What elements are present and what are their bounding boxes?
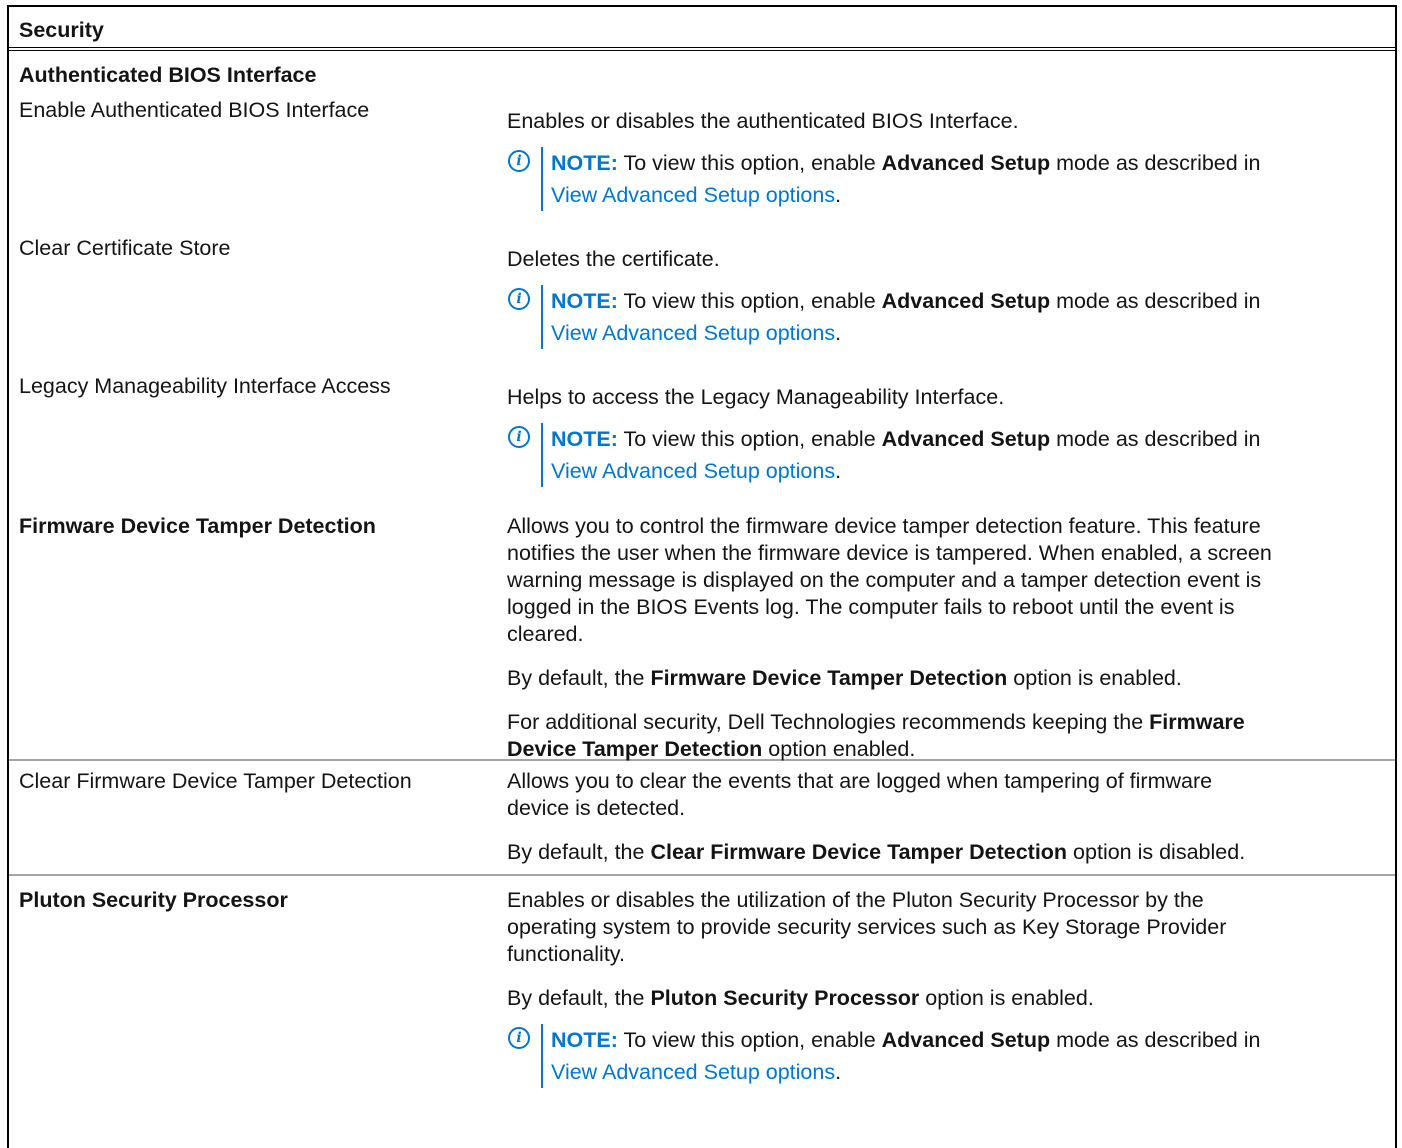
description-text: Deletes the certificate. <box>507 247 720 271</box>
option-name: Clear Firmware Device Tamper Detection <box>9 761 507 874</box>
description-line: Allows you to control the firmware devic… <box>507 514 1261 538</box>
description-line: warning message is displayed on the comp… <box>507 568 1262 592</box>
note-box: i NOTE: To view this option, enable Adva… <box>507 423 1387 487</box>
option-description: Enables or disables the authenticated BI… <box>507 97 1395 235</box>
option-name: Enable Authenticated BIOS Interface <box>9 97 507 235</box>
note-bold: Advanced Setup <box>881 289 1051 313</box>
note-box: i NOTE: To view this option, enable Adva… <box>507 1024 1387 1088</box>
note-bold: Advanced Setup <box>881 1028 1051 1052</box>
option-name-text: Clear Firmware Device Tamper Detection <box>19 769 412 793</box>
option-description: Helps to access the Legacy Manageability… <box>507 373 1395 509</box>
advanced-setup-link[interactable]: View Advanced Setup options <box>551 183 835 207</box>
note-text: mode as described in <box>1050 1028 1261 1052</box>
advanced-setup-link[interactable]: View Advanced Setup options <box>551 459 835 483</box>
option-description: Enables or disables the utilization of t… <box>507 876 1395 1114</box>
table-row: Clear Certificate Store Deletes the cert… <box>9 235 1395 373</box>
table-row: Legacy Manageability Interface Access He… <box>9 373 1395 509</box>
option-name-text: Enable Authenticated BIOS Interface <box>19 98 370 122</box>
note-text: . <box>835 183 842 207</box>
info-icon: i <box>508 1027 530 1049</box>
note-bold: Advanced Setup <box>881 151 1051 175</box>
table-header-title: Security <box>19 18 104 42</box>
description-line: Allows you to clear the events that are … <box>507 769 1213 793</box>
note-text: mode as described in <box>1050 427 1261 451</box>
note-text: To view this option, enable <box>617 151 882 175</box>
default-text: By default, the Pluton Security Processo… <box>507 986 1094 1010</box>
note-box: i NOTE: To view this option, enable Adva… <box>507 285 1387 349</box>
option-description: Allows you to control the firmware devic… <box>507 509 1395 761</box>
option-name-text: Pluton Security Processor <box>19 888 288 912</box>
note-label: NOTE: <box>551 151 618 175</box>
security-table: Security Authenticated BIOS Interface En… <box>7 5 1397 1148</box>
description-line: functionality. <box>507 942 625 966</box>
note-box: i NOTE: To view this option, enable Adva… <box>507 147 1387 211</box>
description-line: operating system to provide security ser… <box>507 915 1227 939</box>
option-name: Legacy Manageability Interface Access <box>9 373 507 509</box>
default-text: By default, the Firmware Device Tamper D… <box>507 666 1182 690</box>
table-row: Pluton Security Processor Enables or dis… <box>9 874 1395 1114</box>
table-header: Security <box>9 7 1395 51</box>
section-title: Authenticated BIOS Interface <box>9 51 1395 97</box>
description-text: Enables or disables the authenticated BI… <box>507 109 1019 133</box>
default-text: By default, the Clear Firmware Device Ta… <box>507 840 1246 864</box>
info-icon: i <box>508 288 530 310</box>
option-name: Firmware Device Tamper Detection <box>9 509 507 759</box>
note-text: To view this option, enable <box>617 427 882 451</box>
description-line: notifies the user when the firmware devi… <box>507 541 1272 565</box>
description-line: device is detected. <box>507 796 686 820</box>
description-text: Helps to access the Legacy Manageability… <box>507 385 1005 409</box>
option-description: Allows you to clear the events that are … <box>507 761 1395 874</box>
note-text: To view this option, enable <box>617 1028 882 1052</box>
section-title-text: Authenticated BIOS Interface <box>19 63 317 87</box>
option-name-text: Legacy Manageability Interface Access <box>19 374 391 398</box>
description-line: Enables or disables the utilization of t… <box>507 888 1204 912</box>
note-label: NOTE: <box>551 1028 618 1052</box>
info-icon: i <box>508 150 530 172</box>
table-row: Clear Firmware Device Tamper Detection A… <box>9 759 1395 874</box>
note-text: mode as described in <box>1050 289 1261 313</box>
note-label: NOTE: <box>551 289 618 313</box>
note-text: mode as described in <box>1050 151 1261 175</box>
note-label: NOTE: <box>551 427 618 451</box>
option-name-text: Clear Certificate Store <box>19 236 231 260</box>
recommendation-text: For additional security, Dell Technologi… <box>507 710 1245 761</box>
info-icon: i <box>508 426 530 448</box>
note-text: . <box>835 321 842 345</box>
option-name: Clear Certificate Store <box>9 235 507 373</box>
option-name: Pluton Security Processor <box>9 876 507 1114</box>
option-description: Deletes the certificate. i NOTE: To view… <box>507 235 1395 373</box>
advanced-setup-link[interactable]: View Advanced Setup options <box>551 1060 835 1084</box>
note-bold: Advanced Setup <box>881 427 1051 451</box>
note-text: To view this option, enable <box>617 289 882 313</box>
advanced-setup-link[interactable]: View Advanced Setup options <box>551 321 835 345</box>
table-row: Firmware Device Tamper Detection Allows … <box>9 509 1395 761</box>
description-line: cleared. <box>507 622 584 646</box>
note-text: . <box>835 459 842 483</box>
option-name-text: Firmware Device Tamper Detection <box>19 514 376 538</box>
note-text: . <box>835 1060 842 1084</box>
table-row: Enable Authenticated BIOS Interface Enab… <box>9 97 1395 235</box>
description-line: logged in the BIOS Events log. The compu… <box>507 595 1235 619</box>
